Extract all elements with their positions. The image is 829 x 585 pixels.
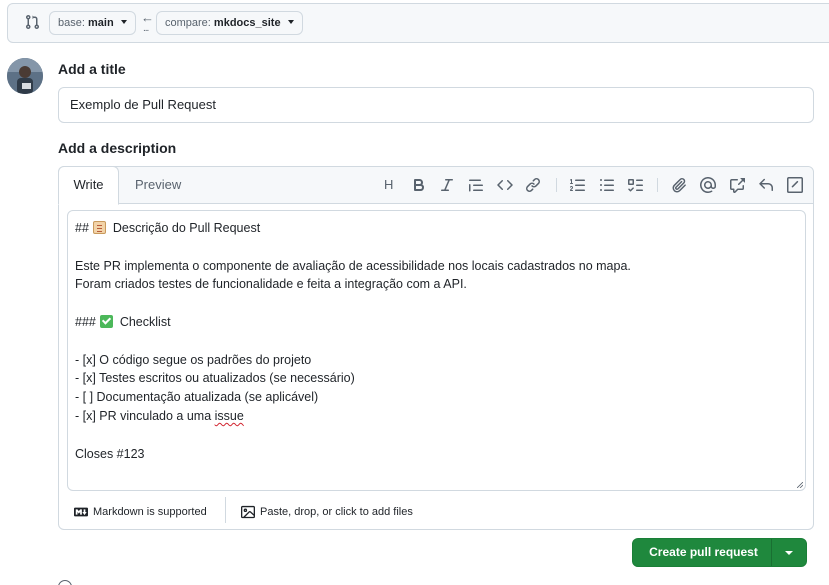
compare-label: compare: bbox=[165, 17, 211, 29]
caret-down-icon bbox=[120, 20, 127, 25]
reply-icon[interactable] bbox=[758, 177, 774, 193]
info-icon bbox=[58, 580, 72, 585]
avatar[interactable] bbox=[7, 58, 43, 94]
description-textarea[interactable]: ## Descrição do Pull Request Este PR imp… bbox=[67, 210, 806, 491]
body-line: - [x] Testes escritos ou atualizados (se… bbox=[75, 371, 355, 386]
markdown-editor: Write Preview H ## Descrição do Pull Req… bbox=[58, 166, 814, 530]
bold-icon[interactable] bbox=[411, 177, 427, 193]
clipboard-emoji-icon bbox=[93, 221, 107, 234]
body-line: - [x] O código segue os padrões do proje… bbox=[75, 352, 312, 367]
numbered-list-icon[interactable] bbox=[570, 177, 586, 193]
task-list-icon[interactable] bbox=[627, 177, 643, 193]
compare-branch-name: mkdocs_site bbox=[213, 17, 281, 29]
code-icon[interactable] bbox=[497, 177, 513, 193]
link-icon[interactable] bbox=[525, 177, 541, 193]
add-files-button[interactable]: Paste, drop, or click to add files bbox=[241, 505, 413, 519]
tab-preview[interactable]: Preview bbox=[121, 167, 195, 204]
mention-icon[interactable] bbox=[700, 177, 716, 193]
base-branch-dropdown[interactable]: base: main bbox=[49, 11, 136, 35]
resize-grip-icon[interactable] bbox=[797, 482, 803, 488]
base-branch-name: main bbox=[87, 17, 114, 29]
check-emoji-icon bbox=[100, 314, 114, 328]
markdown-icon bbox=[74, 507, 88, 517]
git-compare-icon bbox=[24, 14, 40, 30]
quote-icon[interactable] bbox=[468, 177, 484, 193]
title-input[interactable]: Exemplo de Pull Request bbox=[58, 87, 814, 123]
body-line bbox=[75, 294, 805, 313]
body-line bbox=[75, 238, 805, 257]
body-line: ## Descrição do Pull Request bbox=[75, 221, 261, 235]
cross-reference-icon[interactable] bbox=[729, 177, 745, 193]
editor-footer: Markdown is supported Paste, drop, or cl… bbox=[59, 491, 813, 529]
editor-toolbar: Write Preview H bbox=[58, 166, 813, 205]
italic-icon[interactable] bbox=[439, 177, 455, 193]
button-divider bbox=[771, 539, 772, 566]
caret-down-icon bbox=[287, 20, 294, 25]
create-pull-request-group: Create pull request bbox=[632, 538, 807, 567]
unordered-list-icon[interactable] bbox=[599, 177, 615, 193]
body-line bbox=[75, 426, 805, 445]
footer-divider bbox=[225, 497, 226, 523]
compare-branch-dropdown[interactable]: compare: mkdocs_site bbox=[156, 11, 303, 35]
body-line bbox=[75, 332, 805, 351]
slash-command-icon[interactable] bbox=[787, 177, 803, 193]
description-heading: Add a description bbox=[58, 140, 177, 156]
base-label: base: bbox=[58, 17, 85, 29]
compare-bar: base: main ← ... compare: mkdocs_site bbox=[7, 3, 829, 43]
tab-write[interactable]: Write bbox=[58, 166, 119, 205]
markdown-supported-link[interactable]: Markdown is supported bbox=[74, 505, 207, 519]
toolbar-divider bbox=[657, 178, 658, 192]
caret-down-icon[interactable] bbox=[785, 551, 793, 555]
body-line: Foram criados testes de funcionalidade e… bbox=[75, 277, 467, 292]
attach-icon[interactable] bbox=[671, 177, 687, 193]
body-line: Closes #123 bbox=[75, 446, 145, 461]
add-files-label: Paste, drop, or click to add files bbox=[260, 506, 413, 518]
markdown-supported-label: Markdown is supported bbox=[93, 506, 207, 518]
spellcheck-word: issue bbox=[214, 408, 244, 423]
body-line: Este PR implementa o componente de avali… bbox=[75, 258, 631, 273]
body-line: ### Checklist bbox=[75, 314, 171, 329]
body-line: - [ ] Documentação atualizada (se aplicá… bbox=[75, 390, 319, 405]
image-icon bbox=[241, 505, 255, 519]
body-line: - [x] PR vinculado a uma issue bbox=[75, 408, 244, 423]
toolbar-divider bbox=[556, 178, 557, 192]
heading-button[interactable]: H bbox=[384, 176, 393, 193]
create-pull-request-button[interactable]: Create pull request bbox=[633, 539, 772, 566]
title-heading: Add a title bbox=[58, 61, 126, 77]
ellipsis-icon: ... bbox=[143, 23, 149, 34]
